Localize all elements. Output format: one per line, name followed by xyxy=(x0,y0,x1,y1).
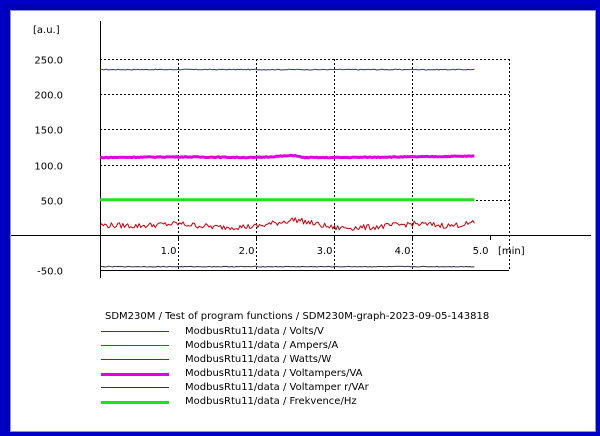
line-chart: 250.0 200.0 150.0 100.0 50.0 -50.0 1.0 2.0 3.0 4.… xyxy=(11,21,591,278)
legend-item: ModbusRtu11/data / Ampers/A xyxy=(101,339,521,353)
legend-item: ModbusRtu11/data / Voltampers/VA xyxy=(101,367,521,381)
y-tick-label: -50.0 xyxy=(37,267,63,278)
y-tick-label: 100.0 xyxy=(34,162,63,173)
legend-swatch xyxy=(101,401,169,404)
legend-label: ModbusRtu11/data / Volts/V xyxy=(185,326,324,337)
y-tick-label: 50.0 xyxy=(41,197,63,208)
legend-label: ModbusRtu11/data / Voltampers/VA xyxy=(185,368,363,379)
legend-swatch xyxy=(101,373,169,376)
legend-swatch xyxy=(101,331,169,332)
x-axis-label: [min] xyxy=(498,246,525,257)
legend-item: ModbusRtu11/data / Watts/W xyxy=(101,353,521,367)
legend-item: ModbusRtu11/data / Voltamper r/VAr xyxy=(101,381,521,395)
legend-swatch xyxy=(101,345,169,346)
x-tick-label: 5.0 xyxy=(473,246,489,257)
series-line xyxy=(99,153,475,160)
window-frame: 250.0 200.0 150.0 100.0 50.0 -50.0 1.0 2.0 3.0 4.… xyxy=(0,0,600,436)
y-axis-label: [a.u.] xyxy=(33,25,60,36)
x-tick-label: 3.0 xyxy=(317,246,333,257)
chart-caption: SDM230M / Test of program functions / SD… xyxy=(105,311,490,322)
legend-swatch xyxy=(101,359,169,360)
series-line xyxy=(100,68,475,71)
x-tick-label: 1.0 xyxy=(161,246,177,257)
legend-label: ModbusRtu11/data / Ampers/A xyxy=(185,340,339,351)
y-tick-label: 200.0 xyxy=(34,91,63,102)
legend-label: ModbusRtu11/data / Voltamper r/VAr xyxy=(185,382,369,393)
grid xyxy=(100,59,510,271)
x-tick-label: 4.0 xyxy=(395,246,411,257)
y-tick-label: 150.0 xyxy=(34,126,63,137)
legend-item: ModbusRtu11/data / Frekvence/Hz xyxy=(101,395,521,409)
graph-panel: 250.0 200.0 150.0 100.0 50.0 -50.0 1.0 2.0 3.0 4.… xyxy=(10,10,596,432)
series-line xyxy=(99,265,475,268)
legend-label: ModbusRtu11/data / Frekvence/Hz xyxy=(185,396,357,407)
legend-item: ModbusRtu11/data / Volts/V xyxy=(101,325,521,339)
tick-labels: 250.0 200.0 150.0 100.0 50.0 -50.0 1.0 2.0 3.0 4.… xyxy=(33,25,525,278)
x-tick-label: 2.0 xyxy=(239,246,255,257)
legend-label: ModbusRtu11/data / Watts/W xyxy=(185,354,332,365)
series-lines xyxy=(99,68,475,268)
y-tick-label: 250.0 xyxy=(34,56,63,67)
legend-swatch xyxy=(101,387,169,388)
series-line xyxy=(99,217,475,231)
